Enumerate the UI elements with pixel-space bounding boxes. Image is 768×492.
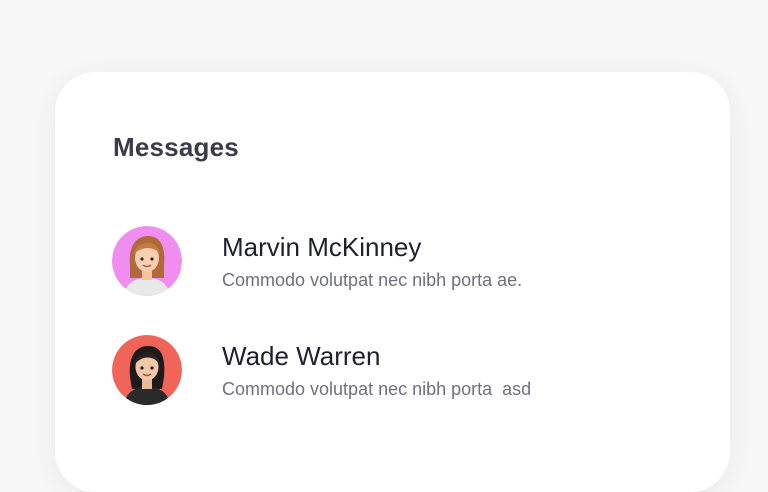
message-preview: Commodo volutpat nec nibh porta ae. [222, 270, 523, 290]
messages-card: Messages Marvin McKinney Commodo volutpa… [55, 72, 730, 492]
sender-name: Marvin McKinney [222, 232, 422, 262]
sender-name: Wade Warren [222, 341, 381, 371]
avatar [112, 335, 182, 405]
female-avatar-icon [112, 226, 182, 296]
avatar [112, 226, 182, 296]
messages-title: Messages [113, 132, 239, 162]
message-item[interactable]: Marvin McKinney Commodo volutpat nec nib… [112, 226, 672, 298]
message-preview: Commodo volutpat nec nibh porta asd [222, 379, 532, 399]
female-avatar-icon [112, 335, 182, 405]
message-item[interactable]: Wade Warren Commodo volutpat nec nibh po… [112, 335, 672, 407]
